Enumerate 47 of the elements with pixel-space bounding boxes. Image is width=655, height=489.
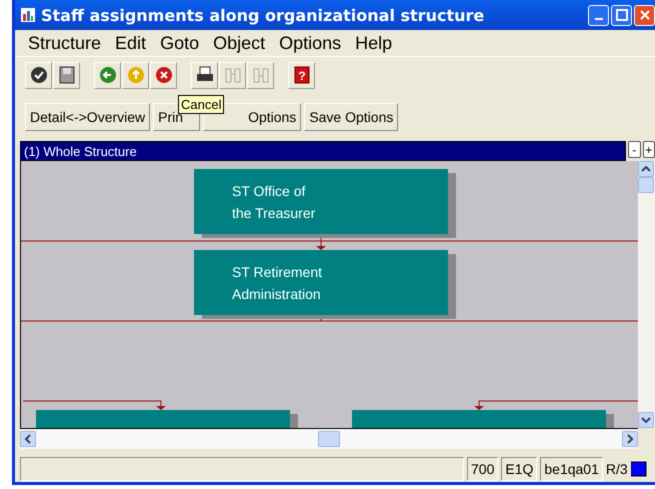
toolbar-button[interactable]: ? <box>288 62 315 88</box>
vertical-scrollbar[interactable] <box>638 161 655 428</box>
status-indicator-icon <box>630 461 647 477</box>
panel-control-button[interactable]: - <box>628 141 640 158</box>
close-button[interactable] <box>634 4 655 26</box>
help-book-icon: ? <box>294 66 310 84</box>
action-button[interactable]: Save Options <box>304 103 398 131</box>
save-icon <box>58 66 74 84</box>
printer-icon <box>196 66 214 84</box>
binoculars-icon <box>224 66 242 84</box>
action-button[interactable]: Detail<->Overview <box>25 103 150 131</box>
system-label: R/3 <box>606 461 628 477</box>
menu-item[interactable]: Help <box>348 32 400 54</box>
toolbar-button[interactable] <box>150 62 177 88</box>
scroll-thumb[interactable] <box>318 431 340 447</box>
menu-item[interactable]: Goto <box>153 32 206 54</box>
close-icon <box>638 9 650 21</box>
panel-control-button[interactable]: + <box>642 141 655 158</box>
menu-item[interactable]: Edit <box>108 32 154 54</box>
maximize-button[interactable] <box>611 4 632 26</box>
binoculars-icon <box>252 66 270 84</box>
checkmark-icon <box>30 66 48 84</box>
horizontal-scrollbar[interactable] <box>20 428 638 449</box>
toolbar-button[interactable] <box>191 62 218 88</box>
scroll-thumb[interactable] <box>638 177 654 193</box>
toolbar-button[interactable] <box>53 62 80 88</box>
scroll-right-icon[interactable] <box>622 431 638 447</box>
scroll-up-icon[interactable] <box>638 161 654 177</box>
status-field: E1Q <box>501 457 538 481</box>
menu-item[interactable]: Object <box>206 32 272 54</box>
maximize-icon <box>616 9 628 21</box>
org-unit-node[interactable]: ST Office of the Treasurer <box>194 169 448 234</box>
scroll-left-icon[interactable] <box>20 431 36 447</box>
toolbar-button[interactable] <box>25 62 52 88</box>
tooltip: Cancel <box>178 95 224 114</box>
scroll-down-icon[interactable] <box>638 412 654 428</box>
window-title: Staff assignments along organizational structure <box>41 6 486 24</box>
org-unit-node[interactable]: ST Retirement Administration <box>194 250 448 315</box>
menu-item[interactable]: Options <box>272 32 348 54</box>
minimize-icon <box>594 18 602 20</box>
menu-item[interactable]: Structure <box>21 32 108 54</box>
cancel-icon <box>154 66 172 84</box>
minimize-button[interactable] <box>588 4 609 26</box>
status-field: 700 <box>467 457 498 481</box>
app-icon <box>21 8 35 22</box>
status-field: be1qa01 <box>540 457 603 481</box>
panel-title: (1) Whole Structure <box>20 141 626 161</box>
